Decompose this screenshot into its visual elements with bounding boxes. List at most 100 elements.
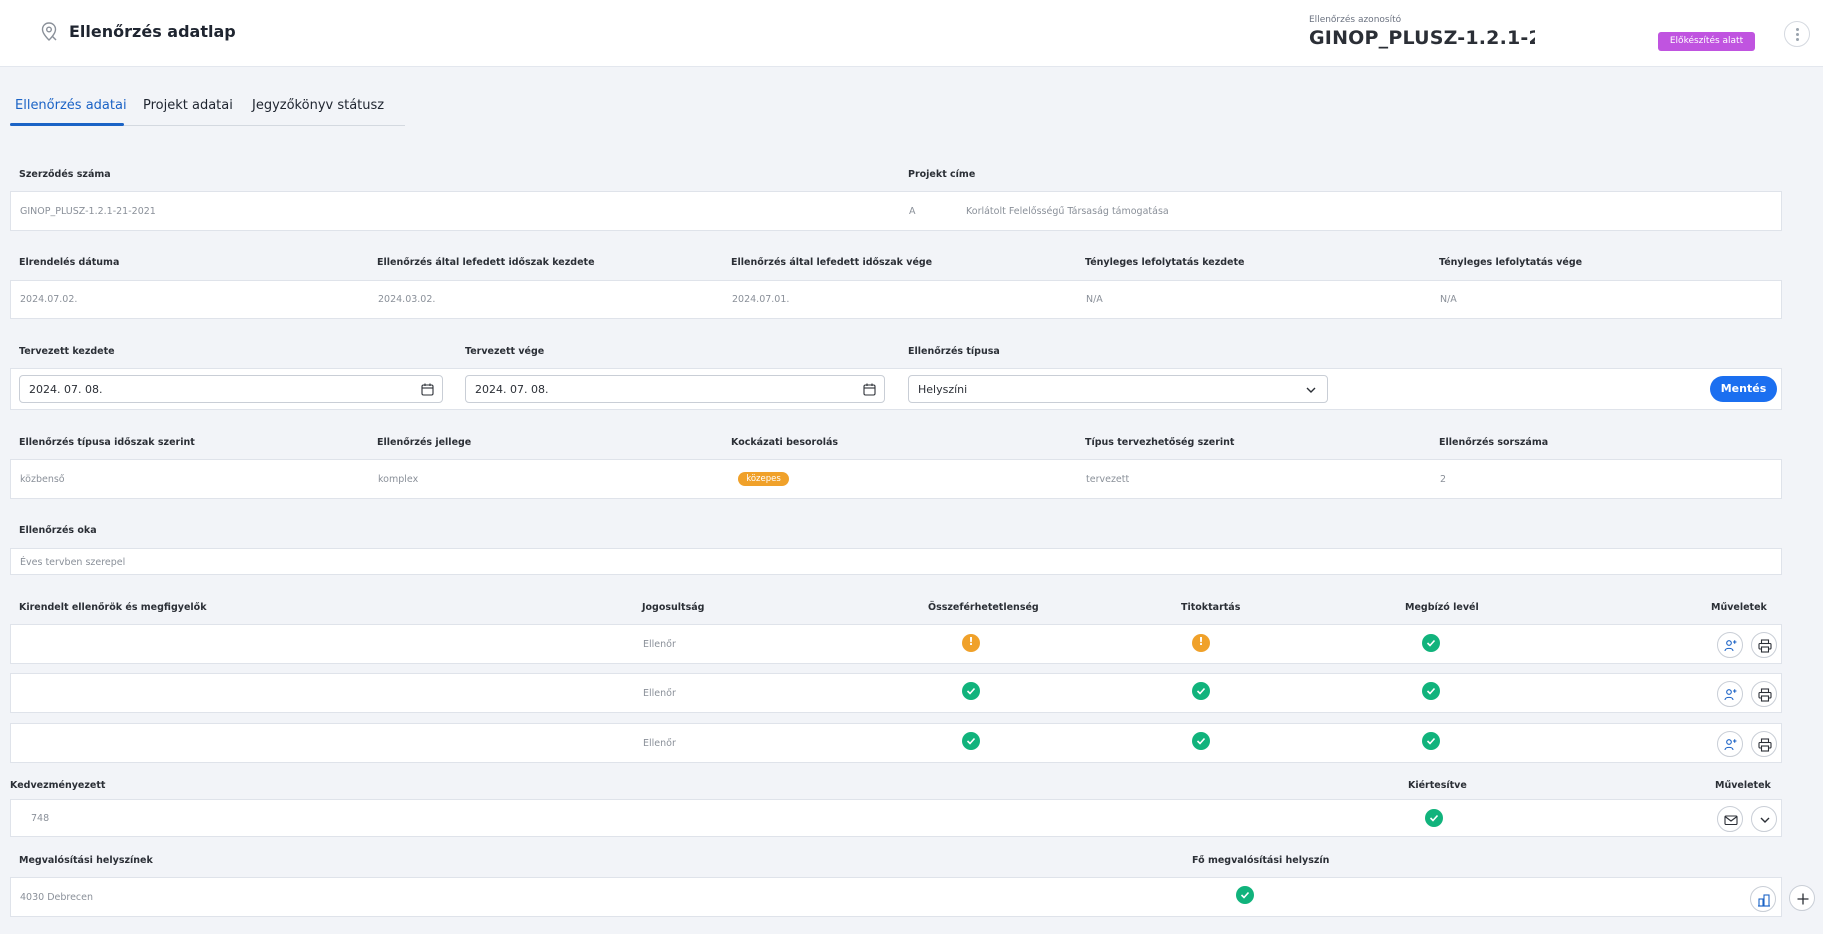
assign-person-button[interactable] xyxy=(1717,632,1743,658)
print-button[interactable] xyxy=(1751,632,1777,658)
confidentiality-header: Titoktartás xyxy=(1181,602,1241,613)
beneficiary-label: Kedvezményezett xyxy=(10,780,106,791)
planned-end-label: Tervezett vége xyxy=(465,346,545,357)
permission-value: Ellenőr xyxy=(643,738,676,749)
plus-icon xyxy=(1797,893,1809,905)
contract-number-label: Szerződés száma xyxy=(19,169,111,180)
print-button[interactable] xyxy=(1751,731,1777,757)
inspection-id-label: Ellenőrzés azonosító xyxy=(1309,15,1402,25)
printer-icon xyxy=(1758,688,1772,702)
period-end-value: 2024.07.01. xyxy=(732,294,790,305)
page-header: Ellenőrzés adatlap Ellenőrzés azonosító … xyxy=(0,0,1823,67)
kebab-dot xyxy=(1796,33,1799,36)
location-value: 4030 Debrecen xyxy=(20,892,94,903)
conflict-of-interest-header: Összeférhetetlenség xyxy=(928,602,1039,613)
period-start-label: Ellenőrzés által lefedett időszak kezdet… xyxy=(377,257,595,268)
save-button[interactable]: Mentés xyxy=(1710,376,1777,402)
expand-button[interactable] xyxy=(1751,806,1777,832)
order-date-label: Elrendelés dátuma xyxy=(19,257,120,268)
inspection-reason-field: Éves tervben szerepel xyxy=(10,548,1782,575)
project-title-prefix: A xyxy=(909,206,916,217)
chevron-down-icon xyxy=(1760,817,1770,823)
inspection-type-label: Ellenőrzés típusa xyxy=(908,346,1000,357)
order-date-value: 2024.07.02. xyxy=(20,294,78,305)
calendar-icon[interactable] xyxy=(421,383,434,396)
beneficiary-actions-label: Műveletek xyxy=(1715,780,1771,791)
project-title-label: Projekt címe xyxy=(908,169,976,180)
project-title-value: Korlátolt Felelősségű Társaság támogatás… xyxy=(966,206,1169,217)
location-details-button[interactable] xyxy=(1750,886,1776,912)
beneficiary-value: 748 xyxy=(31,813,50,824)
table-row: Ellenőr xyxy=(10,673,1782,713)
user-group-icon xyxy=(1724,689,1737,701)
contract-info-row: GINOP_PLUSZ-1.2.1-21-2021 A Korlátolt Fe… xyxy=(10,191,1782,231)
inspection-reason-label: Ellenőrzés oka xyxy=(19,525,97,536)
status-badge: Előkészítés alatt xyxy=(1658,32,1755,51)
permission-value: Ellenőr xyxy=(643,639,676,650)
planned-start-value: 2024. 07. 08. xyxy=(29,383,103,396)
type-by-period-value: közbenső xyxy=(20,474,65,485)
planned-start-label: Tervezett kezdete xyxy=(19,346,115,357)
kebab-icon xyxy=(1796,28,1799,31)
notify-email-button[interactable] xyxy=(1717,806,1743,832)
type-by-period-label: Ellenőrzés típusa időszak szerint xyxy=(19,437,195,448)
printer-icon xyxy=(1758,738,1772,752)
check-icon xyxy=(1422,682,1440,700)
contract-number-value: GINOP_PLUSZ-1.2.1-21-2021 xyxy=(20,206,156,217)
table-row: Ellenőr xyxy=(10,624,1782,664)
actions-header: Műveletek xyxy=(1711,602,1767,613)
assign-person-button[interactable] xyxy=(1717,681,1743,707)
period-start-value: 2024.03.02. xyxy=(378,294,436,305)
add-location-button[interactable] xyxy=(1789,885,1815,911)
permission-value: Ellenőr xyxy=(643,688,676,699)
inspectors-header: Kirendelt ellenőrök és megfigyelők xyxy=(19,602,207,613)
page-title: Ellenőrzés adatlap xyxy=(69,22,236,41)
more-options-button[interactable] xyxy=(1784,21,1810,47)
check-icon xyxy=(1422,634,1440,652)
check-icon xyxy=(1192,732,1210,750)
risk-rating-label: Kockázati besorolás xyxy=(731,437,839,448)
assign-person-button[interactable] xyxy=(1717,731,1743,757)
beneficiary-row: 748 xyxy=(10,799,1782,837)
check-icon xyxy=(1192,682,1210,700)
active-tab-indicator xyxy=(10,123,124,126)
period-end-label: Ellenőrzés által lefedett időszak vége xyxy=(731,257,933,268)
assignment-letter-header: Megbízó levél xyxy=(1405,602,1479,613)
main-location-label: Fő megvalósítási helyszín xyxy=(1192,855,1330,866)
planned-end-value: 2024. 07. 08. xyxy=(475,383,549,396)
inspection-reason-value: Éves tervben szerepel xyxy=(20,557,126,568)
tab-bar: Ellenőrzés adatai Projekt adatai Jegyzők… xyxy=(10,90,405,126)
tab-jegyzokonyv-statusz[interactable]: Jegyzőkönyv státusz xyxy=(252,98,384,113)
notified-label: Kiértesítve xyxy=(1408,780,1467,791)
actual-start-label: Tényleges lefolytatás kezdete xyxy=(1085,257,1245,268)
inspection-nature-label: Ellenőrzés jellege xyxy=(377,437,472,448)
actual-start-value: N/A xyxy=(1086,294,1103,305)
building-icon xyxy=(1758,894,1770,907)
location-pin-icon xyxy=(41,22,57,41)
planned-start-input[interactable]: 2024. 07. 08. xyxy=(19,375,443,403)
actual-end-value: N/A xyxy=(1440,294,1457,305)
sequence-number-label: Ellenőrzés sorszáma xyxy=(1439,437,1549,448)
planned-end-input[interactable]: 2024. 07. 08. xyxy=(465,375,885,403)
inspection-nature-value: komplex xyxy=(378,474,419,485)
dates-row: 2024.07.02. 2024.03.02. 2024.07.01. N/A … xyxy=(10,280,1782,319)
print-button[interactable] xyxy=(1751,681,1777,707)
printer-icon xyxy=(1758,639,1772,653)
tab-ellenorzes-adatai[interactable]: Ellenőrzés adatai xyxy=(15,98,127,113)
locations-label: Megvalósítási helyszínek xyxy=(19,855,153,866)
permission-header: Jogosultság xyxy=(642,602,705,613)
user-group-icon xyxy=(1724,739,1737,751)
plannability-value: tervezett xyxy=(1086,474,1130,485)
check-icon xyxy=(1236,886,1254,904)
chevron-down-icon xyxy=(1306,387,1316,393)
tab-projekt-adatai[interactable]: Projekt adatai xyxy=(143,98,233,113)
risk-badge: közepes xyxy=(738,472,789,486)
plannability-label: Típus tervezhetőség szerint xyxy=(1085,437,1235,448)
check-icon xyxy=(962,732,980,750)
inspection-id-value: GINOP_PLUSZ-1.2.1-21-2021 xyxy=(1309,27,1535,49)
check-icon xyxy=(1422,732,1440,750)
calendar-icon[interactable] xyxy=(863,383,876,396)
inspection-type-value: Helyszíni xyxy=(918,383,968,396)
inspection-type-select[interactable]: Helyszíni xyxy=(908,375,1328,403)
actual-end-label: Tényleges lefolytatás vége xyxy=(1439,257,1583,268)
